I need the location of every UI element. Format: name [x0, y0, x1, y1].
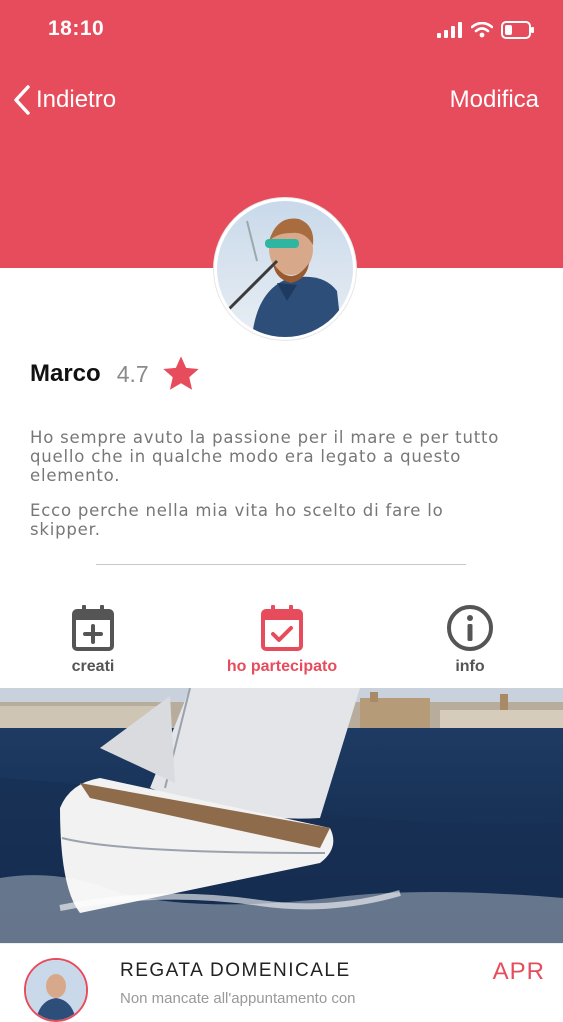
tab-label: info [455, 658, 485, 675]
calendar-check-icon [261, 605, 303, 651]
profile-name-row: Marco 4.7 [30, 352, 201, 396]
profile-tabs: creati ho partecipato info [0, 604, 563, 684]
event-host-avatar [24, 958, 88, 1022]
edit-button[interactable]: Modifica [450, 86, 539, 114]
profile-bio: Ho sempre avuto la passione per il mare … [30, 428, 500, 555]
bio-paragraph: Ho sempre avuto la passione per il mare … [30, 428, 500, 485]
status-time: 18:10 [48, 17, 105, 40]
event-title: REGATA DOMENICALE [120, 960, 351, 981]
event-cover-image[interactable] [0, 688, 563, 943]
tab-info[interactable]: info [390, 604, 550, 676]
event-list-item[interactable]: REGATA DOMENICALE Non mancate all'appunt… [0, 943, 563, 1022]
signal-icon [437, 22, 462, 38]
wifi-icon [471, 22, 493, 38]
back-button[interactable]: Indietro [12, 82, 116, 118]
tab-ho-partecipato[interactable]: ho partecipato [202, 604, 362, 676]
profile-avatar[interactable] [214, 198, 356, 340]
event-description: Non mancate all'appuntamento con [120, 990, 356, 1007]
profile-rating: 4.7 [116, 360, 149, 387]
divider [96, 564, 466, 565]
bio-paragraph: Ecco perche nella mia vita ho scelto di … [30, 501, 444, 539]
back-label: Indietro [36, 86, 117, 113]
tab-label: ho partecipato [226, 658, 338, 675]
chevron-left-icon [14, 85, 30, 115]
info-icon [447, 605, 493, 651]
host-photo [26, 960, 86, 1020]
event-month: APR [492, 958, 545, 985]
tab-label: creati [71, 658, 115, 675]
avatar-photo [217, 201, 353, 337]
tab-creati[interactable]: creati [13, 604, 173, 676]
sailboat-photo [0, 688, 563, 943]
profile-name: Marco [30, 360, 101, 387]
status-icons [437, 18, 535, 42]
calendar-plus-icon [72, 605, 114, 651]
battery-icon [501, 21, 534, 39]
star-icon [162, 356, 199, 390]
status-bar: 18:10 [0, 0, 563, 60]
